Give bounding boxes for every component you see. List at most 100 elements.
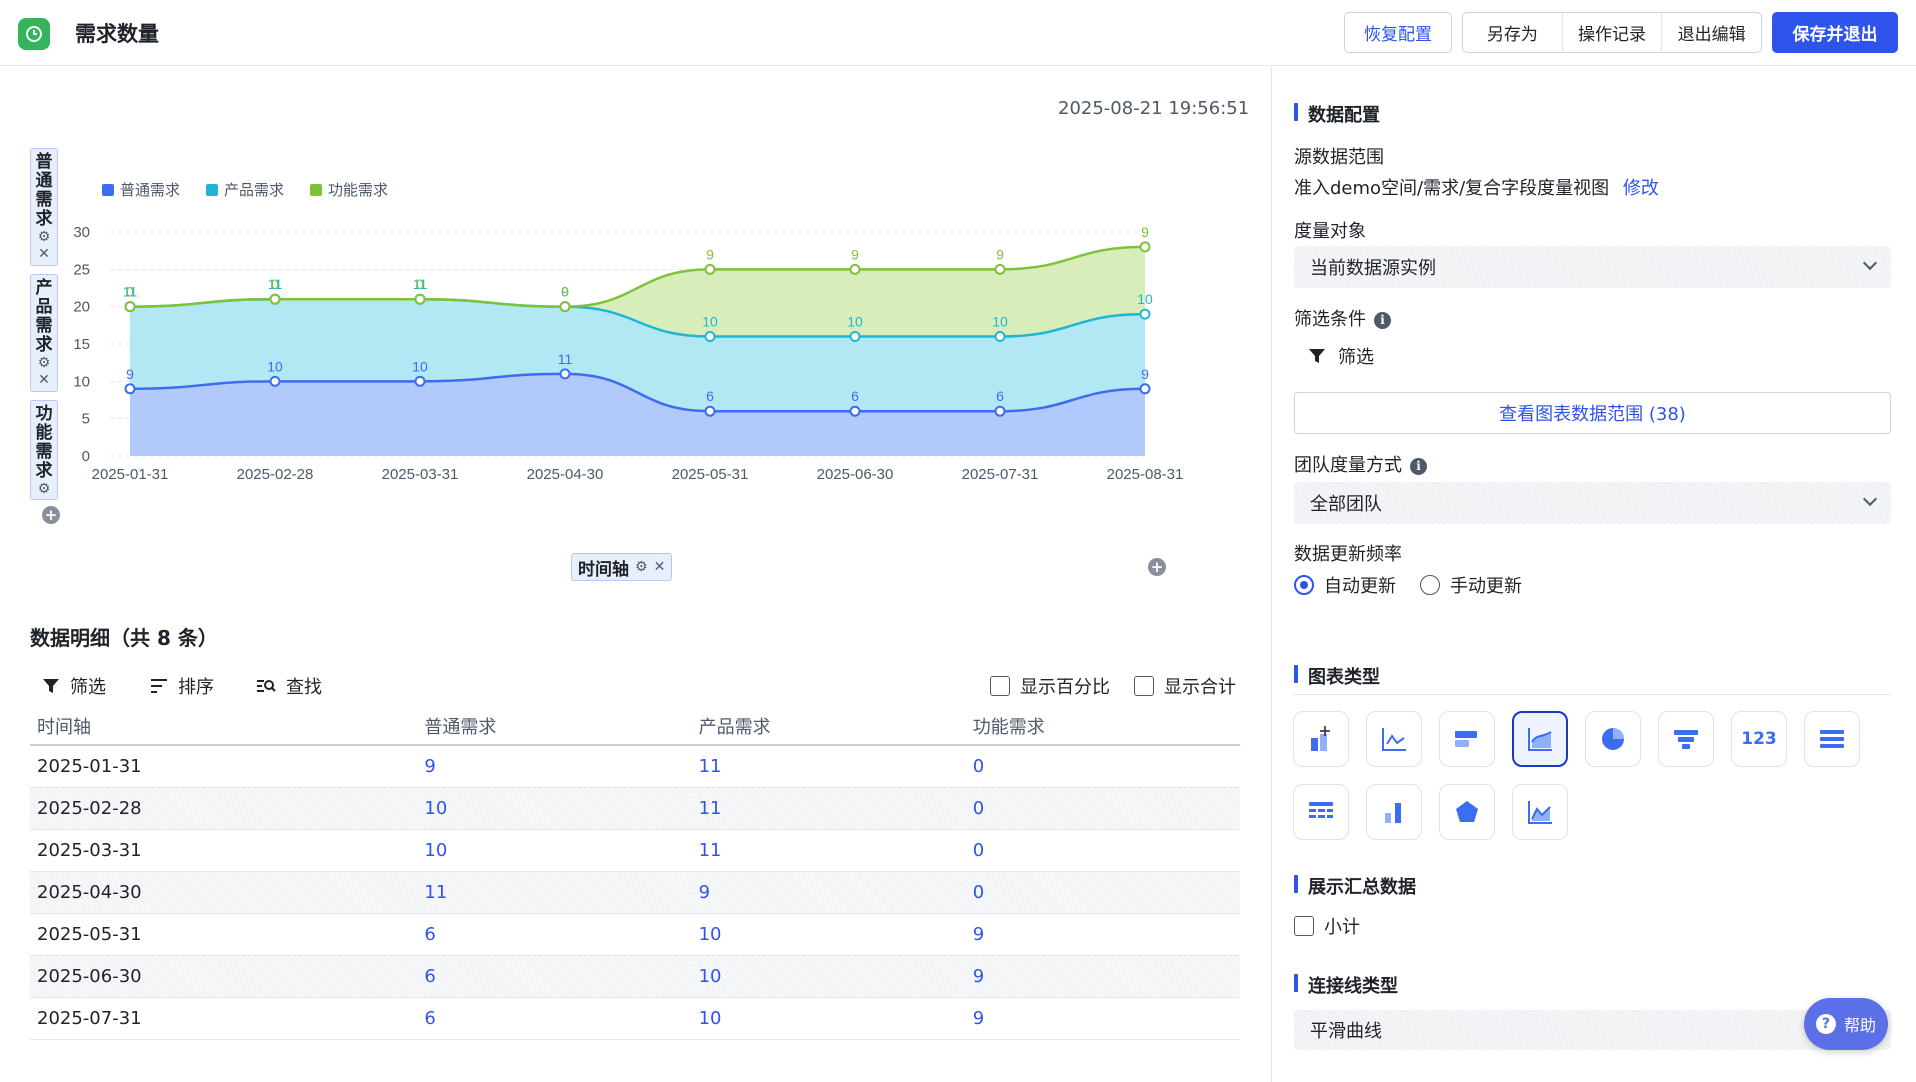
y-tag-product[interactable]: 产品需求 ⚙ ✕ — [30, 274, 58, 392]
team-measure-select[interactable]: 全部团队 — [1294, 482, 1891, 524]
table-sort-button[interactable]: 排序 — [150, 673, 214, 699]
add-y-axis-icon[interactable]: + — [42, 506, 60, 524]
y-tag-label: 普通需求 — [35, 152, 53, 229]
help-label: 帮助 — [1843, 1016, 1876, 1035]
filter-icon — [43, 679, 59, 693]
auto-update-radio[interactable] — [1294, 575, 1314, 595]
show-percent-checkbox[interactable]: 显示百分比 — [990, 673, 1110, 699]
column-header: 功能需求 — [965, 707, 1240, 746]
filter-cond-label: 筛选条件 — [1294, 309, 1366, 330]
info-icon[interactable]: i — [1410, 457, 1427, 475]
data-point — [704, 331, 716, 343]
number-card-icon[interactable]: 123 — [1731, 711, 1787, 767]
cell-value: 9 — [965, 997, 1240, 1040]
y-tick-label: 20 — [73, 299, 90, 316]
table-find-button[interactable]: 查找 — [256, 673, 322, 699]
cell-value: 9 — [965, 955, 1240, 998]
help-button[interactable]: ? 帮助 — [1804, 998, 1888, 1050]
table-row: 2025-07-31 6 10 9 — [30, 997, 1240, 1040]
x-tick-label: 2025-05-31 — [672, 466, 749, 483]
config-filter-button[interactable]: 筛选 — [1308, 343, 1374, 369]
x-tick-label: 2025-06-30 — [817, 466, 894, 483]
update-timestamp: 2025-08-21 19:56:51 — [1058, 98, 1250, 119]
data-point — [124, 301, 136, 313]
gear-icon[interactable]: ⚙ — [38, 481, 51, 498]
subtotal-checkbox[interactable]: 小计 — [1294, 913, 1360, 939]
filter-label: 筛选 — [70, 677, 106, 698]
table-row: 2025-05-31 6 10 9 — [30, 913, 1240, 956]
data-label: 9 — [706, 246, 714, 262]
data-label: 6 — [996, 388, 1004, 404]
pie-chart-icon[interactable] — [1585, 711, 1641, 767]
radar-chart-icon[interactable] — [1439, 784, 1495, 840]
source-range-value: 准入demo空间/需求/复合字段度量视图 — [1294, 178, 1610, 199]
line-type-value: 平滑曲线 — [1310, 1021, 1382, 1042]
detail-title: 数据明细（共 8 条） — [30, 626, 218, 650]
data-label: 10 — [992, 314, 1008, 330]
checkbox-box[interactable] — [1294, 916, 1314, 936]
restore-config-button[interactable]: 恢复配置 — [1344, 12, 1452, 53]
funnel-chart-icon[interactable] — [1658, 711, 1714, 767]
column-chart-icon[interactable] — [1366, 784, 1422, 840]
sort-icon — [151, 679, 167, 693]
checkbox-box[interactable] — [990, 676, 1010, 696]
y-tick-label: 10 — [73, 373, 90, 390]
legend-label: 普通需求 — [120, 182, 180, 199]
add-x-axis-icon[interactable]: + — [1148, 558, 1166, 576]
legend-swatch — [102, 184, 114, 196]
close-icon[interactable]: ✕ — [654, 559, 666, 575]
checkbox-box[interactable] — [1134, 676, 1154, 696]
data-point — [994, 331, 1006, 343]
line-type-select[interactable]: 平滑曲线 — [1294, 1010, 1891, 1050]
data-point — [124, 383, 136, 395]
list-chart-icon[interactable] — [1804, 711, 1860, 767]
stacked-bar-chart-icon[interactable] — [1293, 711, 1349, 767]
history-button[interactable]: 操作记录 — [1563, 13, 1663, 52]
line-chart-icon[interactable] — [1366, 711, 1422, 767]
gear-icon[interactable]: ⚙ — [635, 559, 648, 575]
data-point — [704, 263, 716, 275]
modify-link[interactable]: 修改 — [1623, 178, 1659, 199]
save-as-button[interactable]: 另存为 — [1463, 13, 1563, 52]
manual-update-radio[interactable] — [1420, 575, 1440, 595]
summary-title: 展示汇总数据 — [1294, 873, 1416, 899]
save-and-exit-button[interactable]: 保存并退出 — [1772, 12, 1898, 53]
y-tag-feature[interactable]: 功能需求 ⚙ — [30, 400, 58, 500]
table-chart-icon[interactable] — [1293, 784, 1349, 840]
data-point — [849, 331, 861, 343]
cell-value: 10 — [691, 997, 966, 1040]
gear-icon[interactable]: ⚙ — [38, 355, 51, 372]
chart-type-title: 图表类型 — [1294, 663, 1380, 689]
y-tag-normal[interactable]: 普通需求 ⚙ ✕ — [30, 148, 58, 266]
cell-value: 6 — [417, 955, 692, 998]
gear-icon[interactable]: ⚙ — [38, 229, 51, 246]
cell-value: 0 — [965, 787, 1240, 830]
table-filter-button[interactable]: 筛选 — [42, 673, 106, 699]
legend-swatch — [206, 184, 218, 196]
info-icon[interactable]: i — [1374, 311, 1391, 329]
data-point — [414, 293, 426, 305]
measure-target-select[interactable]: 当前数据源实例 — [1294, 246, 1891, 288]
legend-label: 功能需求 — [328, 182, 388, 199]
area-chart-icon[interactable] — [1512, 711, 1568, 767]
show-total-checkbox[interactable]: 显示合计 — [1134, 673, 1236, 699]
auto-update-label: 自动更新 — [1324, 576, 1396, 597]
close-icon[interactable]: ✕ — [38, 372, 50, 389]
column-header: 产品需求 — [691, 707, 966, 746]
data-label: 10 — [847, 314, 863, 330]
x-axis-tag[interactable]: 时间轴 ⚙ ✕ — [571, 553, 673, 581]
data-point — [269, 293, 281, 305]
y-tick-label: 5 — [82, 411, 90, 428]
data-point — [994, 405, 1006, 417]
view-data-range-button[interactable]: 查看图表数据范围 (38) — [1294, 392, 1891, 434]
exit-edit-button[interactable]: 退出编辑 — [1662, 13, 1761, 52]
horizontal-bar-chart-icon[interactable] — [1439, 711, 1495, 767]
y-tick-label: 0 — [82, 448, 90, 465]
section-divider — [1294, 694, 1891, 695]
data-label: 9 — [996, 246, 1004, 262]
data-label: 9 — [126, 366, 134, 382]
close-icon[interactable]: ✕ — [38, 246, 50, 263]
cell-value: 10 — [417, 787, 692, 830]
mixed-chart-icon[interactable] — [1512, 784, 1568, 840]
source-range-row: 准入demo空间/需求/复合字段度量视图 修改 — [1294, 174, 1659, 200]
